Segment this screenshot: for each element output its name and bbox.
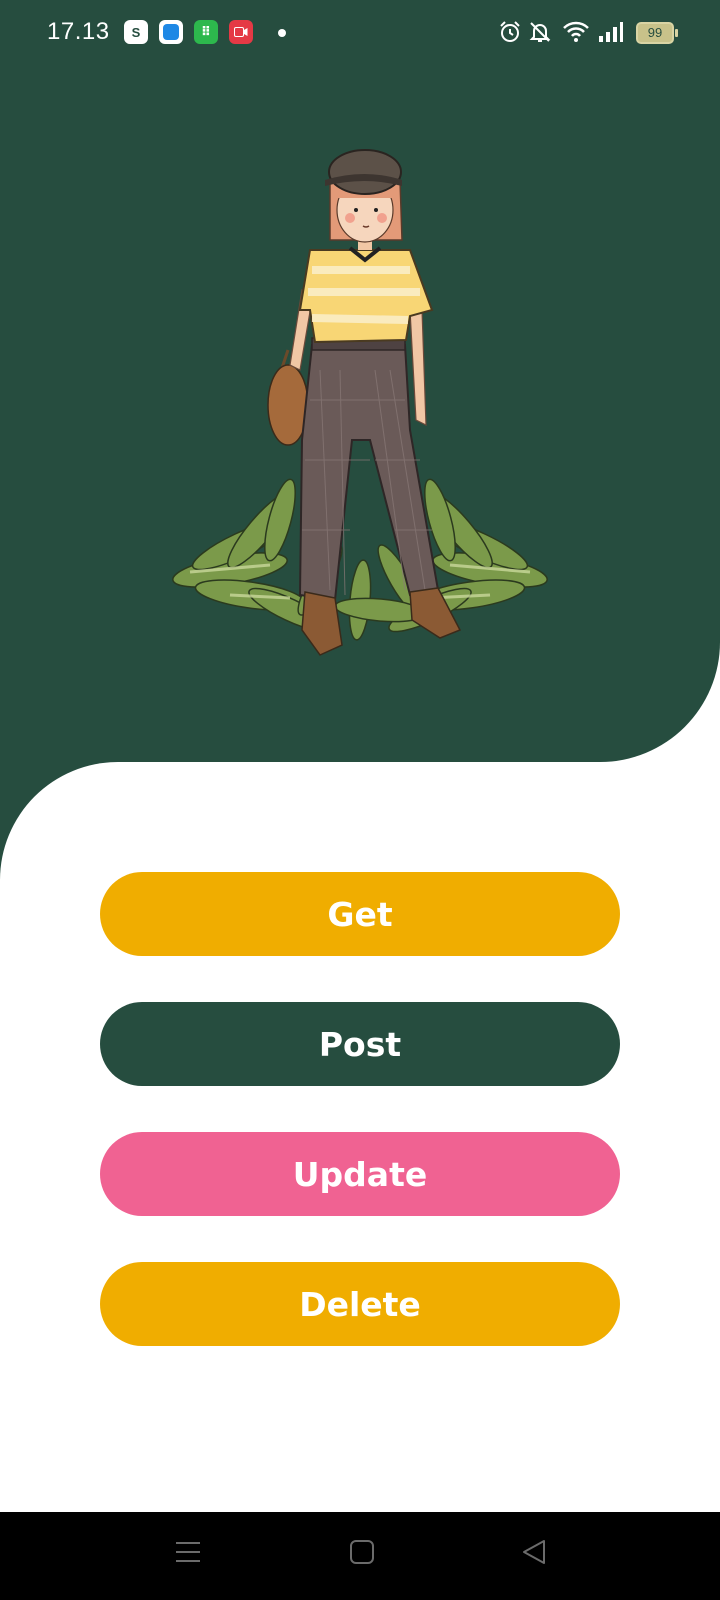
battery-icon: 99 [636, 22, 678, 44]
delete-button[interactable]: Delete [100, 1262, 620, 1346]
wifi-icon [563, 21, 589, 42]
plants [172, 478, 548, 641]
screen-recorder-icon [229, 20, 253, 44]
alarm-icon [500, 21, 520, 42]
back-triangle-icon[interactable] [520, 1538, 548, 1566]
bell-off-icon [529, 22, 551, 42]
shopee-icon: S [124, 20, 148, 44]
girl-with-plants-illustration [172, 149, 548, 656]
status-bar: 17.13 S ⠿ 99 [0, 0, 720, 64]
green-store-icon: ⠿ [194, 20, 218, 44]
home-square-icon[interactable] [348, 1538, 376, 1566]
more-notifications-dot [278, 29, 286, 37]
blue-app-icon [159, 20, 183, 44]
signal-icon [599, 22, 623, 42]
menu-icon[interactable] [174, 1538, 202, 1566]
status-time: 17.13 [47, 18, 110, 45]
post-button[interactable]: Post [100, 1002, 620, 1086]
get-button[interactable]: Get [100, 872, 620, 956]
update-button[interactable]: Update [100, 1132, 620, 1216]
system-navigation-bar [0, 1512, 720, 1600]
